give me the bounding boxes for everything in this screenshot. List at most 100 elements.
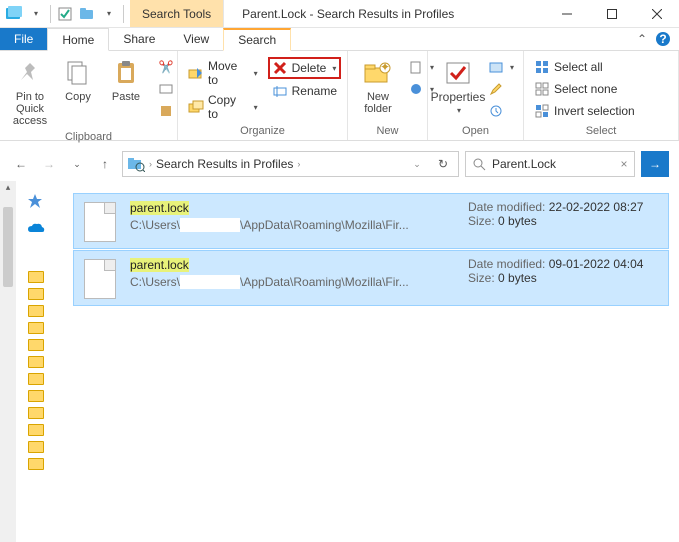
open-button[interactable]: ▾ — [484, 57, 518, 77]
result-row[interactable]: parent.lock C:\Users\ \AppData\Roaming\M… — [73, 193, 669, 249]
paste-button[interactable]: Paste — [102, 55, 150, 105]
copy-path-icon — [158, 81, 174, 97]
breadcrumb[interactable]: Search Results in Profiles — [156, 157, 293, 171]
copy-path-button[interactable] — [154, 79, 178, 99]
tab-home[interactable]: Home — [47, 28, 109, 51]
pin-icon — [14, 57, 46, 89]
properties-icon[interactable] — [55, 4, 75, 24]
open-icon — [488, 59, 504, 75]
rename-icon — [272, 83, 288, 99]
folder-icon[interactable] — [28, 288, 44, 300]
folder-icon[interactable] — [28, 441, 44, 453]
svg-text:✦: ✦ — [380, 60, 390, 74]
onedrive-icon[interactable] — [27, 223, 45, 239]
folder-icon[interactable] — [28, 458, 44, 470]
copy-icon — [62, 57, 94, 89]
move-to-icon — [188, 65, 204, 81]
search-box[interactable]: Parent.Lock × — [465, 151, 635, 177]
result-filename: parent.lock — [130, 200, 458, 215]
group-label-open: Open — [428, 123, 523, 140]
copy-to-icon — [188, 99, 204, 115]
folder-icon[interactable] — [28, 390, 44, 402]
group-label-select: Select — [524, 123, 678, 140]
group-label-new: New — [348, 123, 427, 140]
folder-icon[interactable] — [28, 373, 44, 385]
search-icon — [466, 158, 492, 171]
scroll-thumb[interactable] — [3, 207, 13, 287]
ribbon-tabs: File Home Share View Search ⌃ ? — [0, 28, 679, 51]
back-button[interactable]: ← — [10, 153, 32, 175]
address-dropdown-icon[interactable]: ⌄ — [406, 153, 428, 175]
address-bar[interactable]: › Search Results in Profiles › ⌄ ↻ — [122, 151, 459, 177]
minimize-button[interactable] — [544, 0, 589, 27]
recent-locations-button[interactable]: ⌄ — [66, 153, 88, 175]
new-folder-icon[interactable] — [77, 4, 97, 24]
separator — [50, 5, 51, 23]
search-location-icon — [127, 156, 145, 172]
window-title: Parent.Lock - Search Results in Profiles — [224, 0, 544, 27]
select-none-button[interactable]: Select none — [530, 79, 639, 99]
folder-icon[interactable] — [28, 424, 44, 436]
tab-view[interactable]: View — [169, 28, 223, 50]
result-filename: parent.lock — [130, 257, 458, 272]
move-to-button[interactable]: Move to▾ — [184, 57, 262, 89]
folder-icon[interactable] — [28, 339, 44, 351]
navigation-pane[interactable]: ▴ — [0, 181, 55, 542]
search-go-button[interactable]: → — [641, 151, 669, 177]
close-button[interactable] — [634, 0, 679, 27]
select-none-icon — [534, 81, 550, 97]
tab-search[interactable]: Search — [223, 28, 291, 51]
folder-icon[interactable] — [28, 407, 44, 419]
qat-dropdown-icon[interactable]: ▾ — [26, 4, 46, 24]
pin-to-quick-access-button[interactable]: Pin to Quick access — [6, 55, 54, 129]
select-all-button[interactable]: Select all — [530, 57, 639, 77]
help-icon[interactable]: ? — [655, 31, 671, 47]
edit-button[interactable] — [484, 79, 518, 99]
nav-scrollbar[interactable]: ▴ — [0, 181, 16, 542]
minimize-ribbon-icon[interactable]: ⌃ — [637, 32, 647, 46]
up-button[interactable]: ↑ — [94, 153, 116, 175]
qat-customize-icon[interactable]: ▾ — [99, 4, 119, 24]
quick-access-toolbar: ▾ ▾ — [0, 0, 130, 27]
copy-to-button[interactable]: Copy to▾ — [184, 91, 262, 123]
forward-button[interactable]: → — [38, 153, 60, 175]
result-row[interactable]: parent.lock C:\Users\ \AppData\Roaming\M… — [73, 250, 669, 306]
invert-selection-icon — [534, 103, 550, 119]
rename-button[interactable]: Rename — [268, 81, 341, 101]
tab-file[interactable]: File — [0, 28, 47, 50]
history-button[interactable] — [484, 101, 518, 121]
folder-icon[interactable] — [28, 322, 44, 334]
quick-access-icon[interactable] — [27, 193, 45, 209]
folder-icon[interactable] — [28, 356, 44, 368]
copy-button[interactable]: Copy — [54, 55, 102, 105]
paste-shortcut-button[interactable] — [154, 101, 178, 121]
edit-icon — [488, 81, 504, 97]
window-controls — [544, 0, 679, 27]
properties-icon — [442, 57, 474, 89]
paste-shortcut-icon — [158, 103, 174, 119]
tab-share[interactable]: Share — [109, 28, 169, 50]
ribbon: Pin to Quick access Copy Paste ✂️ Clipbo… — [0, 51, 679, 141]
invert-selection-button[interactable]: Invert selection — [530, 101, 639, 121]
group-label-clipboard: Clipboard — [0, 129, 177, 146]
scroll-up-icon[interactable]: ▴ — [6, 182, 11, 193]
result-path: C:\Users\ \AppData\Roaming\Mozilla\Fir..… — [130, 275, 458, 289]
folder-icon[interactable] — [28, 271, 44, 283]
result-path: C:\Users\ \AppData\Roaming\Mozilla\Fir..… — [130, 218, 458, 232]
search-tools-context-tab: Search Tools — [130, 0, 224, 27]
svg-text:?: ? — [659, 32, 666, 46]
results-list: parent.lock C:\Users\ \AppData\Roaming\M… — [55, 181, 679, 542]
new-folder-button[interactable]: ✦ New folder — [354, 55, 402, 117]
select-all-icon — [534, 59, 550, 75]
folder-tree[interactable] — [28, 271, 44, 470]
maximize-button[interactable] — [589, 0, 634, 27]
properties-button[interactable]: Properties ▾ — [434, 55, 482, 118]
group-label-organize: Organize — [178, 123, 347, 140]
scissors-icon: ✂️ — [158, 59, 174, 75]
clear-search-button[interactable]: × — [614, 157, 634, 171]
refresh-button[interactable]: ↻ — [432, 153, 454, 175]
delete-button[interactable]: Delete▾ — [268, 57, 341, 79]
folder-icon[interactable] — [28, 305, 44, 317]
content-area: ▴ — [0, 181, 679, 542]
cut-button[interactable]: ✂️ — [154, 57, 178, 77]
